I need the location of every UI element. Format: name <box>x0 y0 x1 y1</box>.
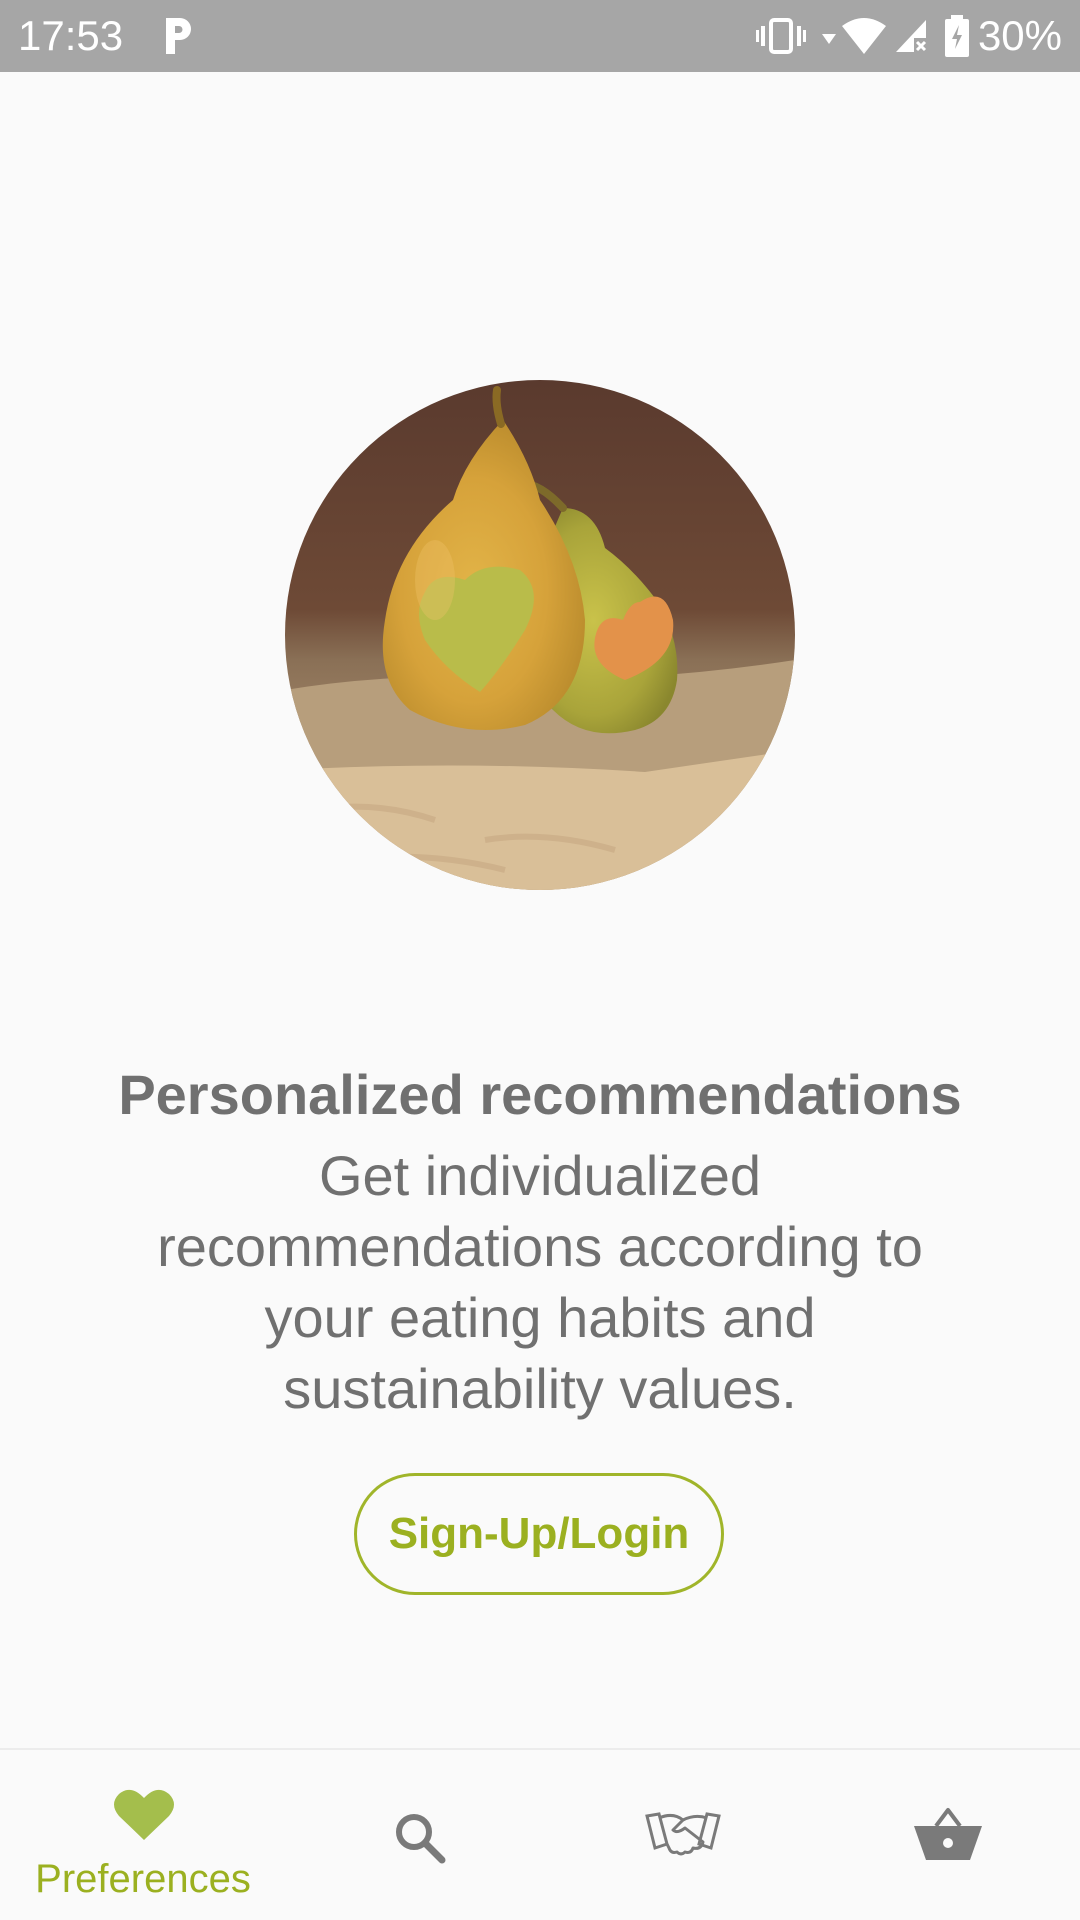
page-description: Get individualized recommendations accor… <box>157 1144 923 1420</box>
status-time: 17:53 <box>18 12 124 59</box>
status-icons: 30% <box>755 10 1062 62</box>
search-icon <box>396 1814 446 1864</box>
page-title: Personalized recommendations <box>118 1063 962 1126</box>
bottom-navigation: Preferences <box>0 1748 1080 1920</box>
signup-login-button[interactable]: Sign-Up/Login <box>354 1473 724 1595</box>
app-screen: 17:53 30% Personalized recommendations G… <box>0 0 1080 1920</box>
battery-charging-icon <box>944 15 969 57</box>
battery-percent: 30% <box>977 12 1062 59</box>
vibrate-icon <box>755 18 806 54</box>
pears-hearts-image <box>285 380 795 890</box>
nav-item-preferences[interactable]: Preferences <box>0 1750 270 1920</box>
nav-item-partners[interactable] <box>550 1750 820 1920</box>
dropdown-arrow-icon <box>821 34 836 44</box>
parking-icon <box>166 18 191 54</box>
nav-label-preferences: Preferences <box>35 1857 251 1901</box>
handshake-icon <box>645 1812 721 1856</box>
nav-item-basket[interactable] <box>810 1750 1080 1920</box>
signal-icon <box>895 20 926 52</box>
heart-icon <box>114 1789 174 1840</box>
status-bar: 17:53 30% <box>0 0 1080 72</box>
basket-icon <box>914 1808 982 1860</box>
wifi-icon <box>841 18 886 54</box>
nav-item-search[interactable] <box>285 1750 555 1920</box>
